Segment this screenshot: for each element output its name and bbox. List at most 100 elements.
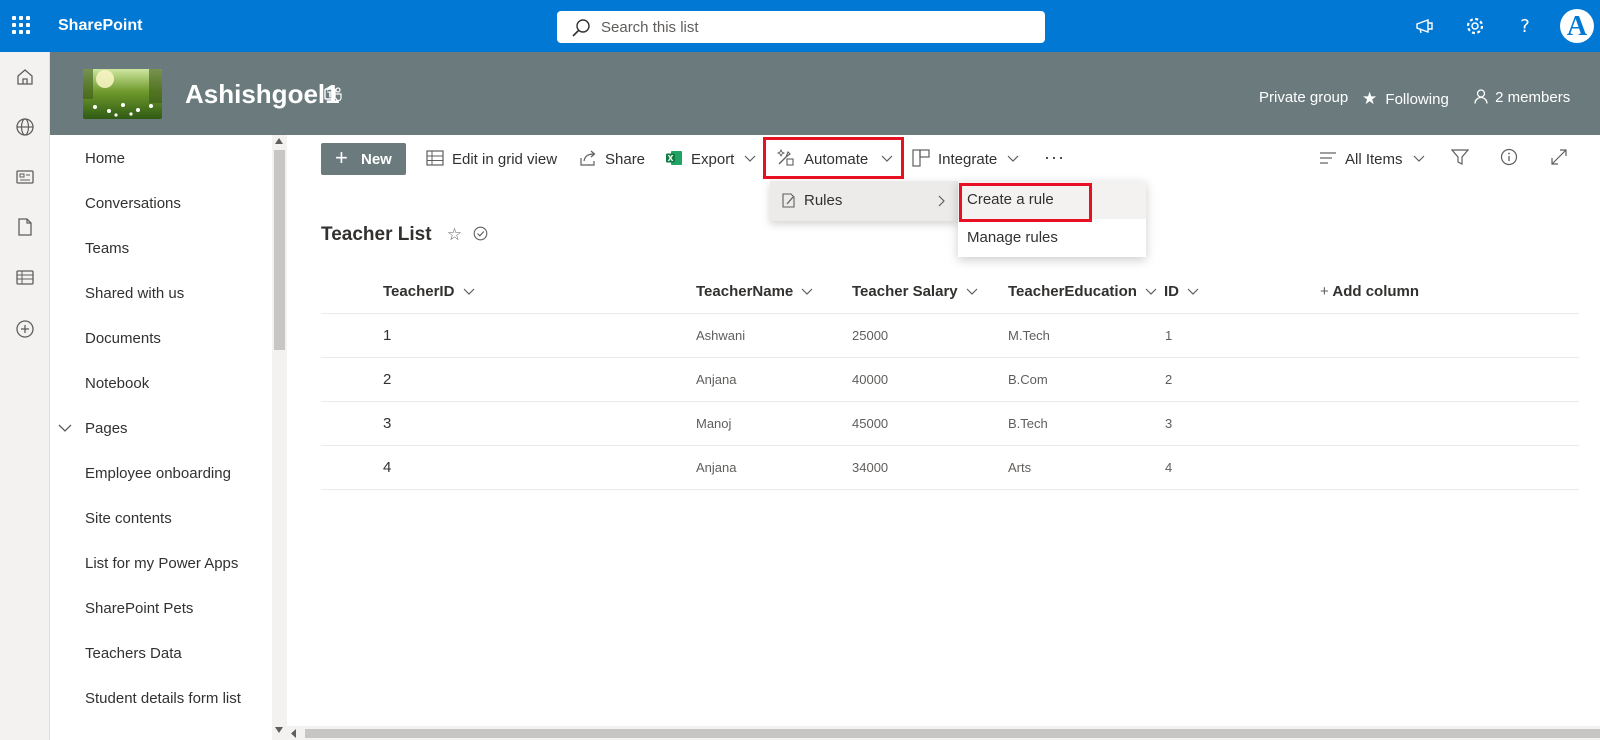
follow-label: Following (1385, 91, 1449, 108)
news-icon[interactable] (14, 166, 36, 188)
site-title[interactable]: Ashishgoel1 (185, 79, 340, 110)
nav-item-shared-with-us[interactable]: Shared with us (85, 285, 184, 302)
filter-icon[interactable] (1451, 148, 1469, 166)
search-box[interactable] (557, 11, 1045, 43)
document-icon[interactable] (14, 216, 36, 238)
chevron-down-icon (966, 288, 978, 295)
chevron-right-icon (938, 195, 945, 207)
nav-item-teams[interactable]: Teams (85, 240, 129, 257)
chevron-down-icon (1413, 155, 1425, 162)
edit-grid-button[interactable]: Edit in grid view (426, 143, 561, 175)
app-name[interactable]: SharePoint (58, 17, 142, 35)
scroll-down-arrow-icon[interactable] (275, 727, 283, 733)
create-rule-highlight (959, 183, 1092, 222)
chevron-down-icon (1187, 288, 1199, 295)
scroll-left-arrow-icon[interactable] (291, 729, 297, 738)
site-header: Ashishgoel1 T Private group ★ Following … (50, 52, 1600, 135)
svg-text:?: ? (1520, 16, 1530, 37)
nav-item-pages[interactable]: Pages (85, 420, 128, 437)
add-column-button[interactable]: + Add column (1320, 283, 1419, 300)
integrate-icon (912, 149, 930, 167)
add-icon[interactable] (14, 318, 36, 340)
app-rail (0, 52, 50, 740)
megaphone-icon[interactable] (1414, 15, 1436, 37)
rules-icon (782, 193, 795, 208)
nav-item-sharepoint-pets[interactable]: SharePoint Pets (85, 600, 193, 617)
plus-icon: + (335, 145, 348, 170)
nav-item-employee-onboarding[interactable]: Employee onboarding (85, 465, 231, 482)
nav-item-notebook[interactable]: Notebook (85, 375, 149, 392)
nav-scroll-thumb[interactable] (274, 150, 285, 350)
grid-icon (426, 150, 444, 166)
chevron-down-icon (744, 155, 756, 162)
members-label: 2 members (1495, 89, 1571, 106)
check-circle-icon[interactable] (473, 226, 488, 241)
export-button[interactable]: X Export (666, 143, 756, 175)
nav-item-conversations[interactable]: Conversations (85, 195, 181, 212)
share-icon (580, 150, 596, 166)
automate-highlight (763, 137, 904, 179)
column-header-teachereducation[interactable]: TeacherEducation (1008, 283, 1157, 300)
list-title: Teacher List ☆ (321, 224, 488, 246)
column-header-teacher-salary[interactable]: Teacher Salary (852, 283, 978, 300)
teams-icon[interactable]: T (324, 85, 342, 103)
help-icon[interactable]: ? (1514, 15, 1536, 37)
table-row[interactable]: 4 Anjana 34000 Arts 4 (321, 446, 1579, 490)
horizontal-scrollbar[interactable] (287, 726, 1600, 740)
favorite-star-icon[interactable]: ☆ (447, 225, 462, 244)
globe-icon[interactable] (14, 116, 36, 138)
column-header-id[interactable]: ID (1164, 283, 1199, 300)
chevron-down-icon[interactable] (58, 423, 72, 433)
svg-text:X: X (668, 154, 674, 163)
nav-scrollbar[interactable] (272, 135, 287, 740)
column-header-teacherid[interactable]: TeacherID (383, 283, 475, 300)
left-navigation: Home Conversations Teams Shared with us … (50, 135, 272, 740)
avatar[interactable]: A (1560, 9, 1594, 43)
site-logo[interactable] (83, 69, 162, 119)
integrate-button[interactable]: Integrate (912, 143, 1020, 175)
table-row[interactable]: 3 Manoj 45000 B.Tech 3 (321, 402, 1579, 446)
table-row[interactable]: 1 Ashwani 25000 M.Tech 1 (321, 314, 1579, 358)
sharepoint-window: SharePoint ? A Ashishgoel1 (0, 0, 1600, 740)
members-button[interactable]: 2 members (1474, 89, 1570, 106)
star-filled-icon: ★ (1362, 89, 1378, 108)
rules-menu-item[interactable]: Rules (770, 181, 958, 221)
search-icon (572, 19, 590, 37)
more-button[interactable]: ··· (1044, 143, 1074, 175)
info-icon[interactable] (1500, 148, 1518, 166)
suite-bar: SharePoint ? A (0, 0, 1600, 52)
follow-button[interactable]: ★ Following (1362, 89, 1449, 109)
command-bar: + New Edit in grid view Share X Export A… (287, 135, 1600, 179)
view-list-icon (1320, 152, 1336, 164)
manage-rules-item[interactable]: Manage rules (958, 219, 1146, 257)
nav-item-site-contents[interactable]: Site contents (85, 510, 172, 527)
chevron-down-icon (463, 288, 475, 295)
home-icon[interactable] (14, 66, 36, 88)
person-icon (1474, 89, 1488, 104)
chevron-down-icon (802, 288, 813, 295)
excel-icon: X (666, 151, 682, 165)
privacy-label: Private group (1259, 89, 1349, 106)
expand-icon[interactable] (1550, 148, 1568, 166)
table-row[interactable]: 2 Anjana 40000 B.Com 2 (321, 358, 1579, 402)
nav-item-home[interactable]: Home (85, 150, 125, 167)
nav-item-list-for-power-apps[interactable]: List for my Power Apps (85, 555, 238, 572)
list-icon[interactable] (14, 266, 36, 288)
view-selector[interactable]: All Items (1320, 143, 1425, 175)
plus-icon: + (1320, 283, 1329, 300)
chevron-down-icon (1007, 155, 1019, 162)
horizontal-scroll-thumb[interactable] (305, 729, 1600, 738)
new-button[interactable]: + New (321, 143, 406, 175)
app-launcher-icon[interactable] (10, 14, 32, 36)
search-input[interactable] (601, 11, 1021, 43)
scroll-up-arrow-icon[interactable] (275, 138, 283, 144)
gear-icon[interactable] (1464, 15, 1486, 37)
nav-item-documents[interactable]: Documents (85, 330, 161, 347)
nav-item-student-details[interactable]: Student details form list (85, 690, 241, 707)
automate-menu: Rules (770, 181, 958, 221)
nav-item-teachers-data[interactable]: Teachers Data (85, 645, 182, 662)
svg-text:T: T (327, 91, 333, 100)
chevron-down-icon (1145, 288, 1157, 295)
share-button[interactable]: Share (579, 143, 649, 175)
column-header-teachername[interactable]: TeacherName (696, 283, 813, 300)
